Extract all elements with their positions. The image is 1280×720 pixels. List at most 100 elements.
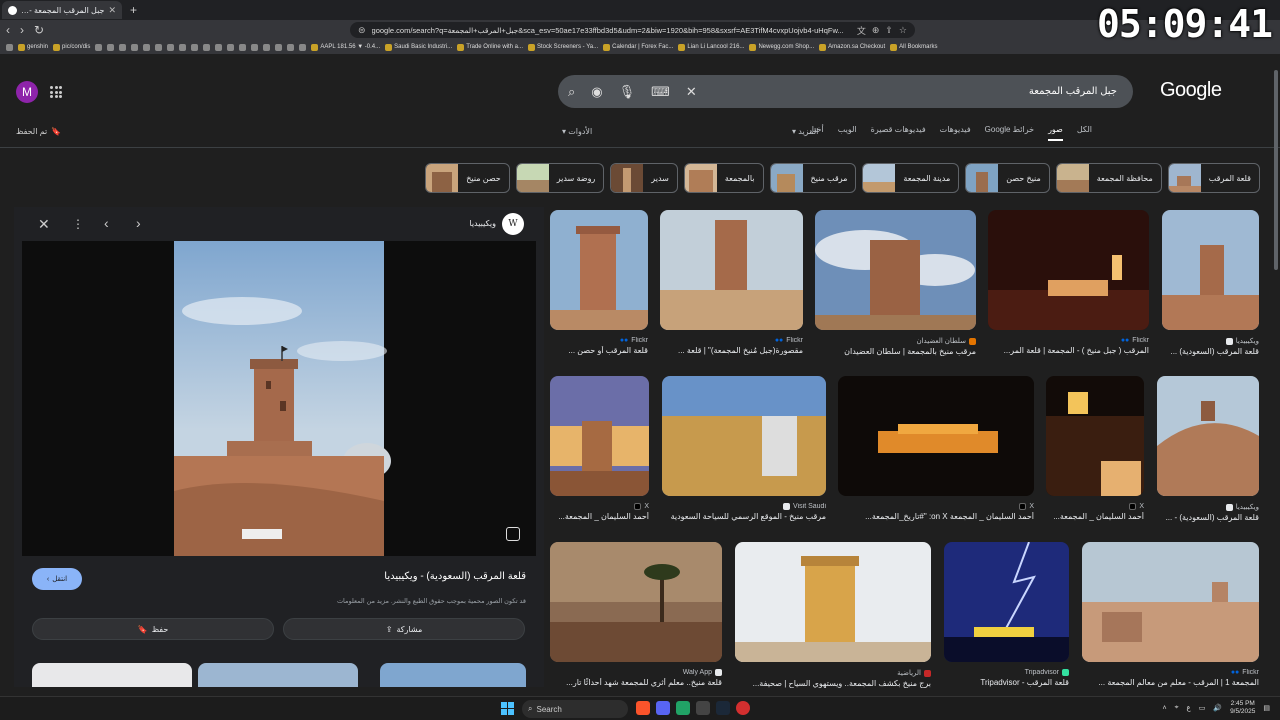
zoom-icon[interactable]: ⊕ bbox=[872, 25, 880, 36]
bookmark-item[interactable]: Trade Online with a... bbox=[457, 43, 523, 51]
result-caption[interactable]: المرقب ( جبل منيخ ) - المجمعة | قلعة الم… bbox=[988, 346, 1149, 355]
result-caption[interactable]: أحمد السليمان _ المجمعة on X: "#تاريخ_ال… bbox=[838, 512, 1034, 521]
tab-maps[interactable]: خرائط Google bbox=[985, 125, 1034, 141]
share-button[interactable]: ⇪ مشاركة bbox=[283, 618, 525, 640]
bookmark-icon[interactable] bbox=[251, 43, 259, 51]
result-caption[interactable]: قلعة المرقب (السعودية) - ... bbox=[1157, 513, 1259, 522]
apps-shortcut-icon[interactable] bbox=[6, 43, 13, 51]
mic-icon[interactable]: 🎙 bbox=[619, 84, 636, 100]
bookmark-icon[interactable] bbox=[299, 43, 307, 51]
brave-icon[interactable] bbox=[636, 701, 650, 715]
volume-icon[interactable]: 🔊 bbox=[1213, 704, 1222, 712]
bookmark-icon[interactable] bbox=[227, 43, 235, 51]
close-tab-icon[interactable]: ✕ bbox=[108, 5, 116, 16]
result-caption[interactable]: قلعة المرقب (السعودية) ... bbox=[1162, 347, 1259, 356]
result-card[interactable]: ويكيبيديا قلعة المرقب (السعودية) - ... bbox=[1157, 376, 1259, 522]
lens-search-icon[interactable] bbox=[506, 527, 520, 541]
chip-item[interactable]: حصن منيخ bbox=[425, 163, 510, 193]
result-card[interactable]: Tripadvisor قلعة المرقب - Tripadvisor bbox=[944, 541, 1069, 687]
more-menu[interactable]: ▾ المزيد bbox=[792, 127, 818, 136]
share-icon[interactable]: ⇪ bbox=[885, 25, 893, 36]
tools-menu[interactable]: ▾ الأدوات bbox=[562, 127, 592, 136]
network-icon[interactable]: ▭ bbox=[1199, 704, 1206, 712]
result-card[interactable]: X أحمد السليمان _ المجمعة... bbox=[550, 376, 649, 521]
bookmark-item[interactable]: Calendar | Forex Fac... bbox=[603, 43, 673, 51]
chip-item[interactable]: مرقب منيخ bbox=[769, 163, 857, 193]
chevron-left-icon[interactable]: ‹ bbox=[104, 215, 109, 231]
bookmark-item[interactable]: Amazon.sa Checkout bbox=[819, 43, 885, 51]
discord-icon[interactable] bbox=[656, 701, 670, 715]
chip-item[interactable]: بالمجمعة bbox=[683, 163, 764, 193]
bookmark-item[interactable]: genshin bbox=[18, 43, 48, 51]
windows-start-icon[interactable] bbox=[501, 702, 514, 715]
bookmark-icon[interactable] bbox=[167, 43, 175, 51]
chip-item[interactable]: روضة سدير bbox=[515, 163, 605, 193]
bookmark-icon[interactable] bbox=[143, 43, 151, 51]
search-icon[interactable]: ⌕ bbox=[568, 84, 575, 100]
bookmark-item[interactable]: Stock Screeners - Ya... bbox=[528, 43, 598, 51]
back-icon[interactable]: ‹ bbox=[6, 23, 10, 37]
close-icon[interactable]: ✕ bbox=[38, 216, 50, 233]
excel-icon[interactable] bbox=[676, 701, 690, 715]
bookmark-icon[interactable] bbox=[95, 43, 103, 51]
google-apps-icon[interactable] bbox=[50, 86, 62, 98]
bookmark-icon[interactable] bbox=[107, 43, 115, 51]
page-scrollbar[interactable] bbox=[1274, 70, 1278, 270]
result-caption[interactable]: أحمد السليمان _ المجمعة... bbox=[1046, 512, 1144, 521]
result-caption[interactable]: مقصورة(جبل مُنيخ المجمعة)" | قلعة ... bbox=[660, 346, 803, 355]
bookmark-item[interactable]: Lian Li Lancool 216... bbox=[678, 43, 744, 51]
bookmark-icon[interactable] bbox=[287, 43, 295, 51]
clock[interactable]: 2:45 PM 9/5/2025 bbox=[1230, 700, 1255, 716]
taskbar-search[interactable]: ⌕ Search bbox=[522, 700, 628, 718]
tab-short-videos[interactable]: فيديوهات قصيرة bbox=[871, 125, 926, 141]
related-image[interactable] bbox=[380, 663, 526, 687]
bookmark-icon[interactable] bbox=[119, 43, 127, 51]
bookmark-icon[interactable] bbox=[203, 43, 211, 51]
result-card[interactable]: ●● Flickr المجمعة 1 | المرقب - معلم من مع… bbox=[1082, 542, 1259, 687]
result-caption[interactable]: مرقب منيخ بالمجمعة | سلطان العضيدان bbox=[815, 347, 976, 356]
result-caption[interactable]: قلعة منيخ.. معلم أثري للمجمعة شهد أحداثً… bbox=[550, 678, 722, 687]
reload-icon[interactable]: ↻ bbox=[34, 23, 44, 37]
bookmark-icon[interactable] bbox=[131, 43, 139, 51]
result-caption[interactable]: برج منيخ بكشف المجمعة.. ويستهوي السياح |… bbox=[735, 679, 931, 688]
chip-item[interactable]: منيخ حصن bbox=[965, 163, 1050, 193]
result-card[interactable]: ●● Flickr مقصورة(جبل مُنيخ المجمعة)" | قل… bbox=[660, 210, 803, 355]
app-icon[interactable] bbox=[696, 701, 710, 715]
bookmark-icon[interactable] bbox=[191, 43, 199, 51]
bookmark-icon[interactable] bbox=[275, 43, 283, 51]
chip-item[interactable]: سدير bbox=[610, 163, 678, 193]
related-image[interactable] bbox=[32, 663, 192, 687]
translate-icon[interactable]: 文 bbox=[857, 24, 866, 37]
location-icon[interactable]: ⌖ bbox=[1175, 704, 1179, 712]
chip-item[interactable]: مدينة المجمعة bbox=[862, 163, 960, 193]
bookmark-item[interactable]: AAPL 181.56 ▼ -0.4... bbox=[311, 43, 380, 51]
clear-search-icon[interactable]: ✕ bbox=[686, 84, 697, 100]
bookmark-icon[interactable] bbox=[215, 43, 223, 51]
preview-image[interactable] bbox=[22, 241, 536, 556]
avatar[interactable]: M bbox=[16, 81, 38, 103]
result-caption[interactable]: المجمعة 1 | المرقب - معلم من معالم المجم… bbox=[1082, 678, 1259, 687]
bookmark-star-icon[interactable]: ☆ bbox=[899, 25, 907, 36]
browser-tab[interactable]: جبل المرقب المجمعة - بحث Google ✕ bbox=[2, 1, 122, 19]
bookmark-item[interactable]: Newegg.com Shop... bbox=[749, 43, 814, 51]
result-card[interactable]: سلطان العضيدان مرقب منيخ بالمجمعة | سلطا… bbox=[815, 210, 976, 356]
bookmark-item[interactable]: pic/con/dis bbox=[53, 43, 90, 51]
result-card[interactable]: ●● Flickr قلعة المرقب أو حصن ... bbox=[550, 210, 648, 355]
search-input[interactable]: جبل المرقب المجمعة bbox=[713, 86, 1123, 97]
tab-web[interactable]: الويب bbox=[838, 125, 857, 141]
app-icon[interactable] bbox=[736, 701, 750, 715]
saved-link[interactable]: تم الحفظ 🔖 bbox=[16, 127, 61, 136]
lens-icon[interactable]: ◉ bbox=[591, 84, 602, 100]
result-card[interactable]: X أحمد السليمان _ المجمعة on X: "#تاريخ_… bbox=[838, 376, 1034, 521]
visit-button[interactable]: ‹ انتقل bbox=[32, 568, 82, 590]
address-bar[interactable]: ⊜ google.com/search?q=جبل+المرقب+المجمعة… bbox=[350, 22, 915, 38]
related-image[interactable] bbox=[198, 663, 358, 687]
result-card[interactable]: X أحمد السليمان _ المجمعة... bbox=[1046, 376, 1144, 521]
result-caption[interactable]: مرقب منيخ - الموقع الرسمي للسياحة السعود… bbox=[662, 512, 826, 521]
bookmark-icon[interactable] bbox=[263, 43, 271, 51]
result-caption[interactable]: قلعة المرقب أو حصن ... bbox=[550, 346, 648, 355]
forward-icon[interactable]: › bbox=[20, 23, 24, 37]
google-logo[interactable]: Google bbox=[1160, 79, 1222, 102]
bookmark-icon[interactable] bbox=[239, 43, 247, 51]
save-button[interactable]: 🔖 حفظ bbox=[32, 618, 274, 640]
